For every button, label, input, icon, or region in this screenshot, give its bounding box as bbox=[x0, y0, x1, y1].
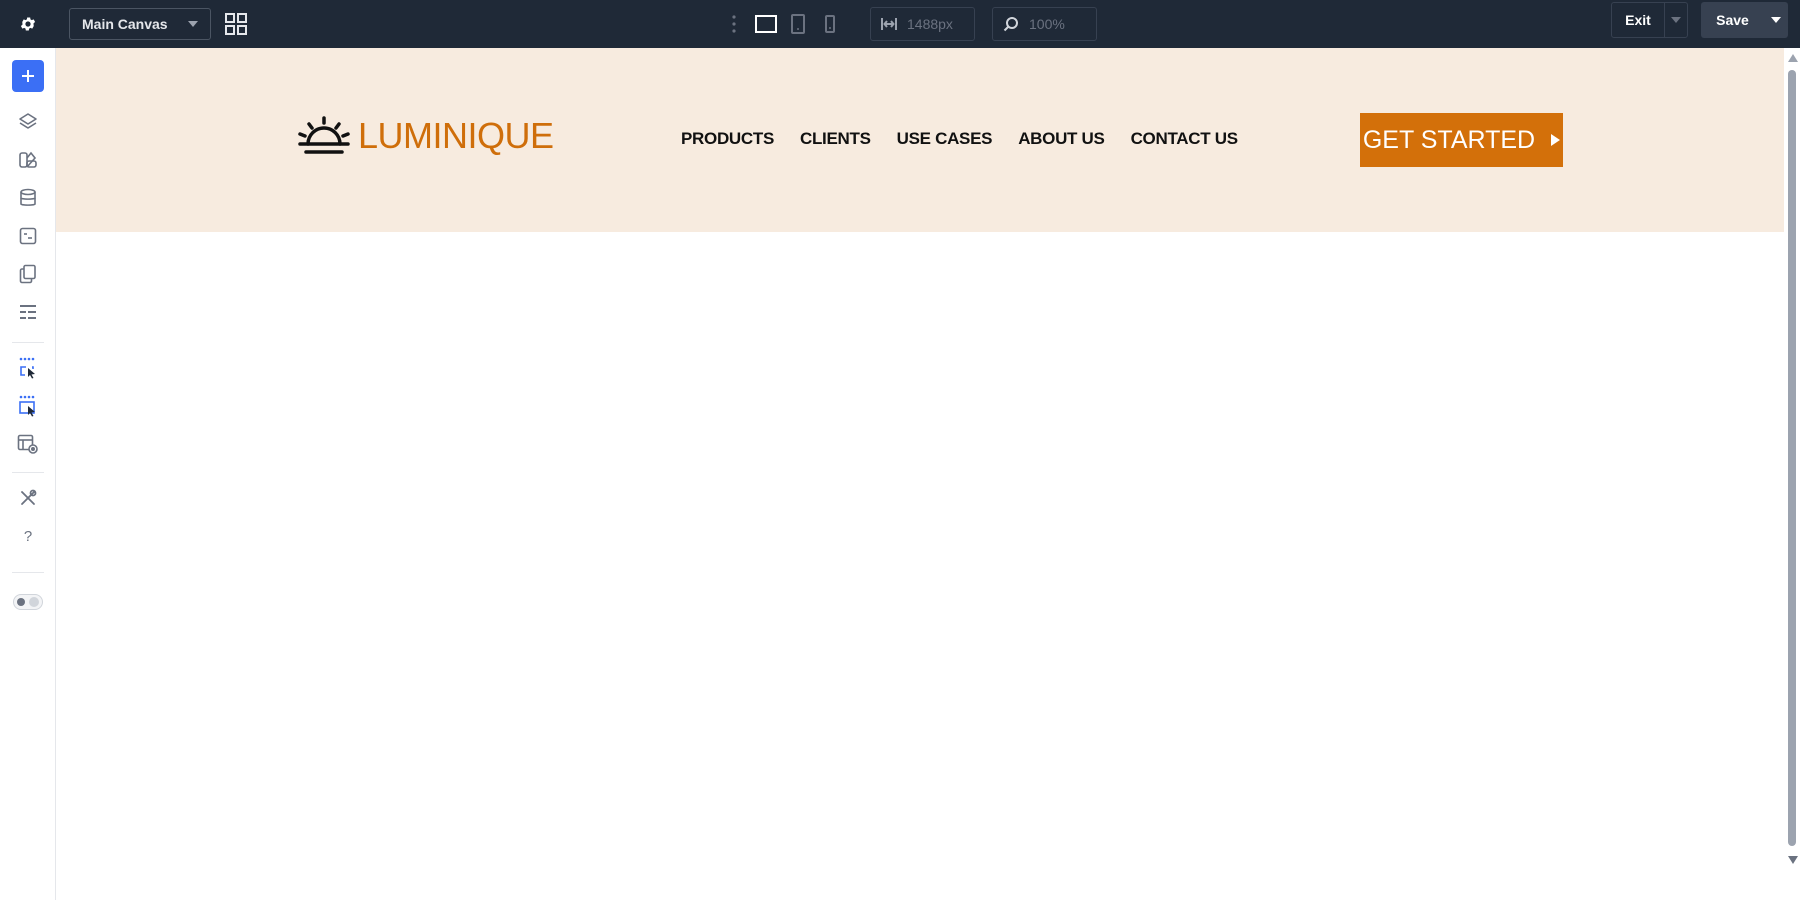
save-dropdown-button[interactable] bbox=[1764, 2, 1788, 38]
database-button[interactable] bbox=[12, 182, 44, 214]
sections-button[interactable] bbox=[12, 296, 44, 328]
vertical-dots-icon bbox=[732, 15, 736, 33]
database-icon bbox=[20, 188, 36, 206]
help-icon: ? bbox=[23, 527, 33, 545]
tablet-view-button[interactable] bbox=[782, 8, 814, 40]
canvas-width-value: 1488px bbox=[907, 16, 953, 32]
help-button[interactable]: ? bbox=[12, 520, 44, 552]
chevron-down-icon bbox=[1671, 17, 1681, 23]
toggle-knob bbox=[29, 597, 39, 607]
mobile-icon bbox=[825, 15, 835, 33]
scroll-down-arrow-icon[interactable] bbox=[1788, 856, 1798, 864]
layers-button[interactable] bbox=[12, 106, 44, 138]
site-logo[interactable]: LUMINIQUE bbox=[296, 114, 554, 158]
save-button-group: Save bbox=[1701, 2, 1788, 38]
sunrise-logo-icon bbox=[298, 116, 350, 154]
chevron-down-icon bbox=[1771, 17, 1781, 23]
nav-link-products[interactable]: PRODUCTS bbox=[681, 129, 774, 149]
get-started-button[interactable]: GET STARTED bbox=[1360, 113, 1563, 167]
template-view-button[interactable] bbox=[12, 428, 44, 460]
save-button[interactable]: Save bbox=[1701, 2, 1764, 38]
select-elements-button[interactable] bbox=[12, 390, 44, 422]
canvas-select[interactable]: Main Canvas bbox=[69, 8, 211, 40]
site-header[interactable]: LUMINIQUE PRODUCTS CLIENTS USE CASES ABO… bbox=[56, 48, 1784, 232]
resize-width-icon bbox=[881, 18, 897, 30]
zoom-value: 100% bbox=[1029, 16, 1065, 32]
sidebar-divider bbox=[12, 472, 44, 473]
editor-canvas[interactable]: LUMINIQUE PRODUCTS CLIENTS USE CASES ABO… bbox=[56, 48, 1784, 900]
grid-icon bbox=[225, 13, 247, 35]
zoom-field[interactable]: 100% bbox=[992, 7, 1097, 41]
get-started-label: GET STARTED bbox=[1362, 125, 1536, 154]
nav-link-use-cases[interactable]: USE CASES bbox=[897, 129, 993, 149]
sidebar-divider bbox=[12, 572, 44, 573]
main-nav: PRODUCTS CLIENTS USE CASES ABOUT US CONT… bbox=[681, 129, 1238, 149]
mobile-view-button[interactable] bbox=[814, 8, 846, 40]
settings-button[interactable] bbox=[0, 0, 56, 48]
form-icon bbox=[19, 227, 37, 245]
desktop-icon bbox=[755, 15, 777, 33]
nav-link-clients[interactable]: CLIENTS bbox=[800, 129, 871, 149]
gear-icon bbox=[20, 17, 36, 31]
select-element-button[interactable] bbox=[12, 352, 44, 384]
pages-icon bbox=[19, 264, 36, 284]
canvas-scrollbar[interactable] bbox=[1784, 48, 1800, 900]
select-elements-icon bbox=[19, 395, 35, 417]
nav-link-contact-us[interactable]: CONTACT US bbox=[1131, 129, 1238, 149]
sidebar-divider bbox=[12, 342, 44, 343]
tools-icon bbox=[21, 489, 37, 505]
forms-button[interactable] bbox=[12, 220, 44, 252]
grid-view-button[interactable] bbox=[223, 11, 249, 37]
canvas-select-value: Main Canvas bbox=[82, 16, 168, 32]
tablet-icon bbox=[791, 14, 805, 34]
left-sidebar: ? bbox=[0, 48, 56, 900]
exit-button[interactable]: Exit bbox=[1612, 3, 1665, 37]
template-view-icon bbox=[17, 434, 38, 454]
components-button[interactable] bbox=[12, 144, 44, 176]
play-arrow-icon bbox=[1551, 134, 1561, 146]
desktop-view-button[interactable] bbox=[750, 8, 782, 40]
exit-button-group: Exit bbox=[1611, 2, 1688, 38]
search-icon bbox=[1003, 17, 1018, 32]
layers-icon bbox=[19, 113, 37, 129]
exit-dropdown-button[interactable] bbox=[1665, 3, 1687, 37]
toggle-knob bbox=[17, 598, 25, 606]
tools-button[interactable] bbox=[12, 482, 44, 514]
sections-icon bbox=[20, 305, 36, 319]
theme-toggle[interactable] bbox=[13, 594, 43, 610]
plus-icon bbox=[22, 70, 34, 82]
more-options-button[interactable] bbox=[726, 12, 742, 36]
nav-link-about-us[interactable]: ABOUT US bbox=[1018, 129, 1105, 149]
pages-button[interactable] bbox=[12, 258, 44, 290]
chevron-down-icon bbox=[188, 21, 198, 27]
select-element-icon bbox=[19, 357, 35, 379]
canvas-width-field[interactable]: 1488px bbox=[870, 7, 975, 41]
device-toolbar: 1488px 100% bbox=[726, 0, 1097, 48]
components-icon bbox=[19, 151, 37, 168]
logo-text: LUMINIQUE bbox=[358, 115, 554, 156]
scroll-thumb[interactable] bbox=[1788, 70, 1796, 846]
add-element-button[interactable] bbox=[12, 60, 44, 92]
scroll-up-arrow-icon[interactable] bbox=[1788, 54, 1798, 62]
